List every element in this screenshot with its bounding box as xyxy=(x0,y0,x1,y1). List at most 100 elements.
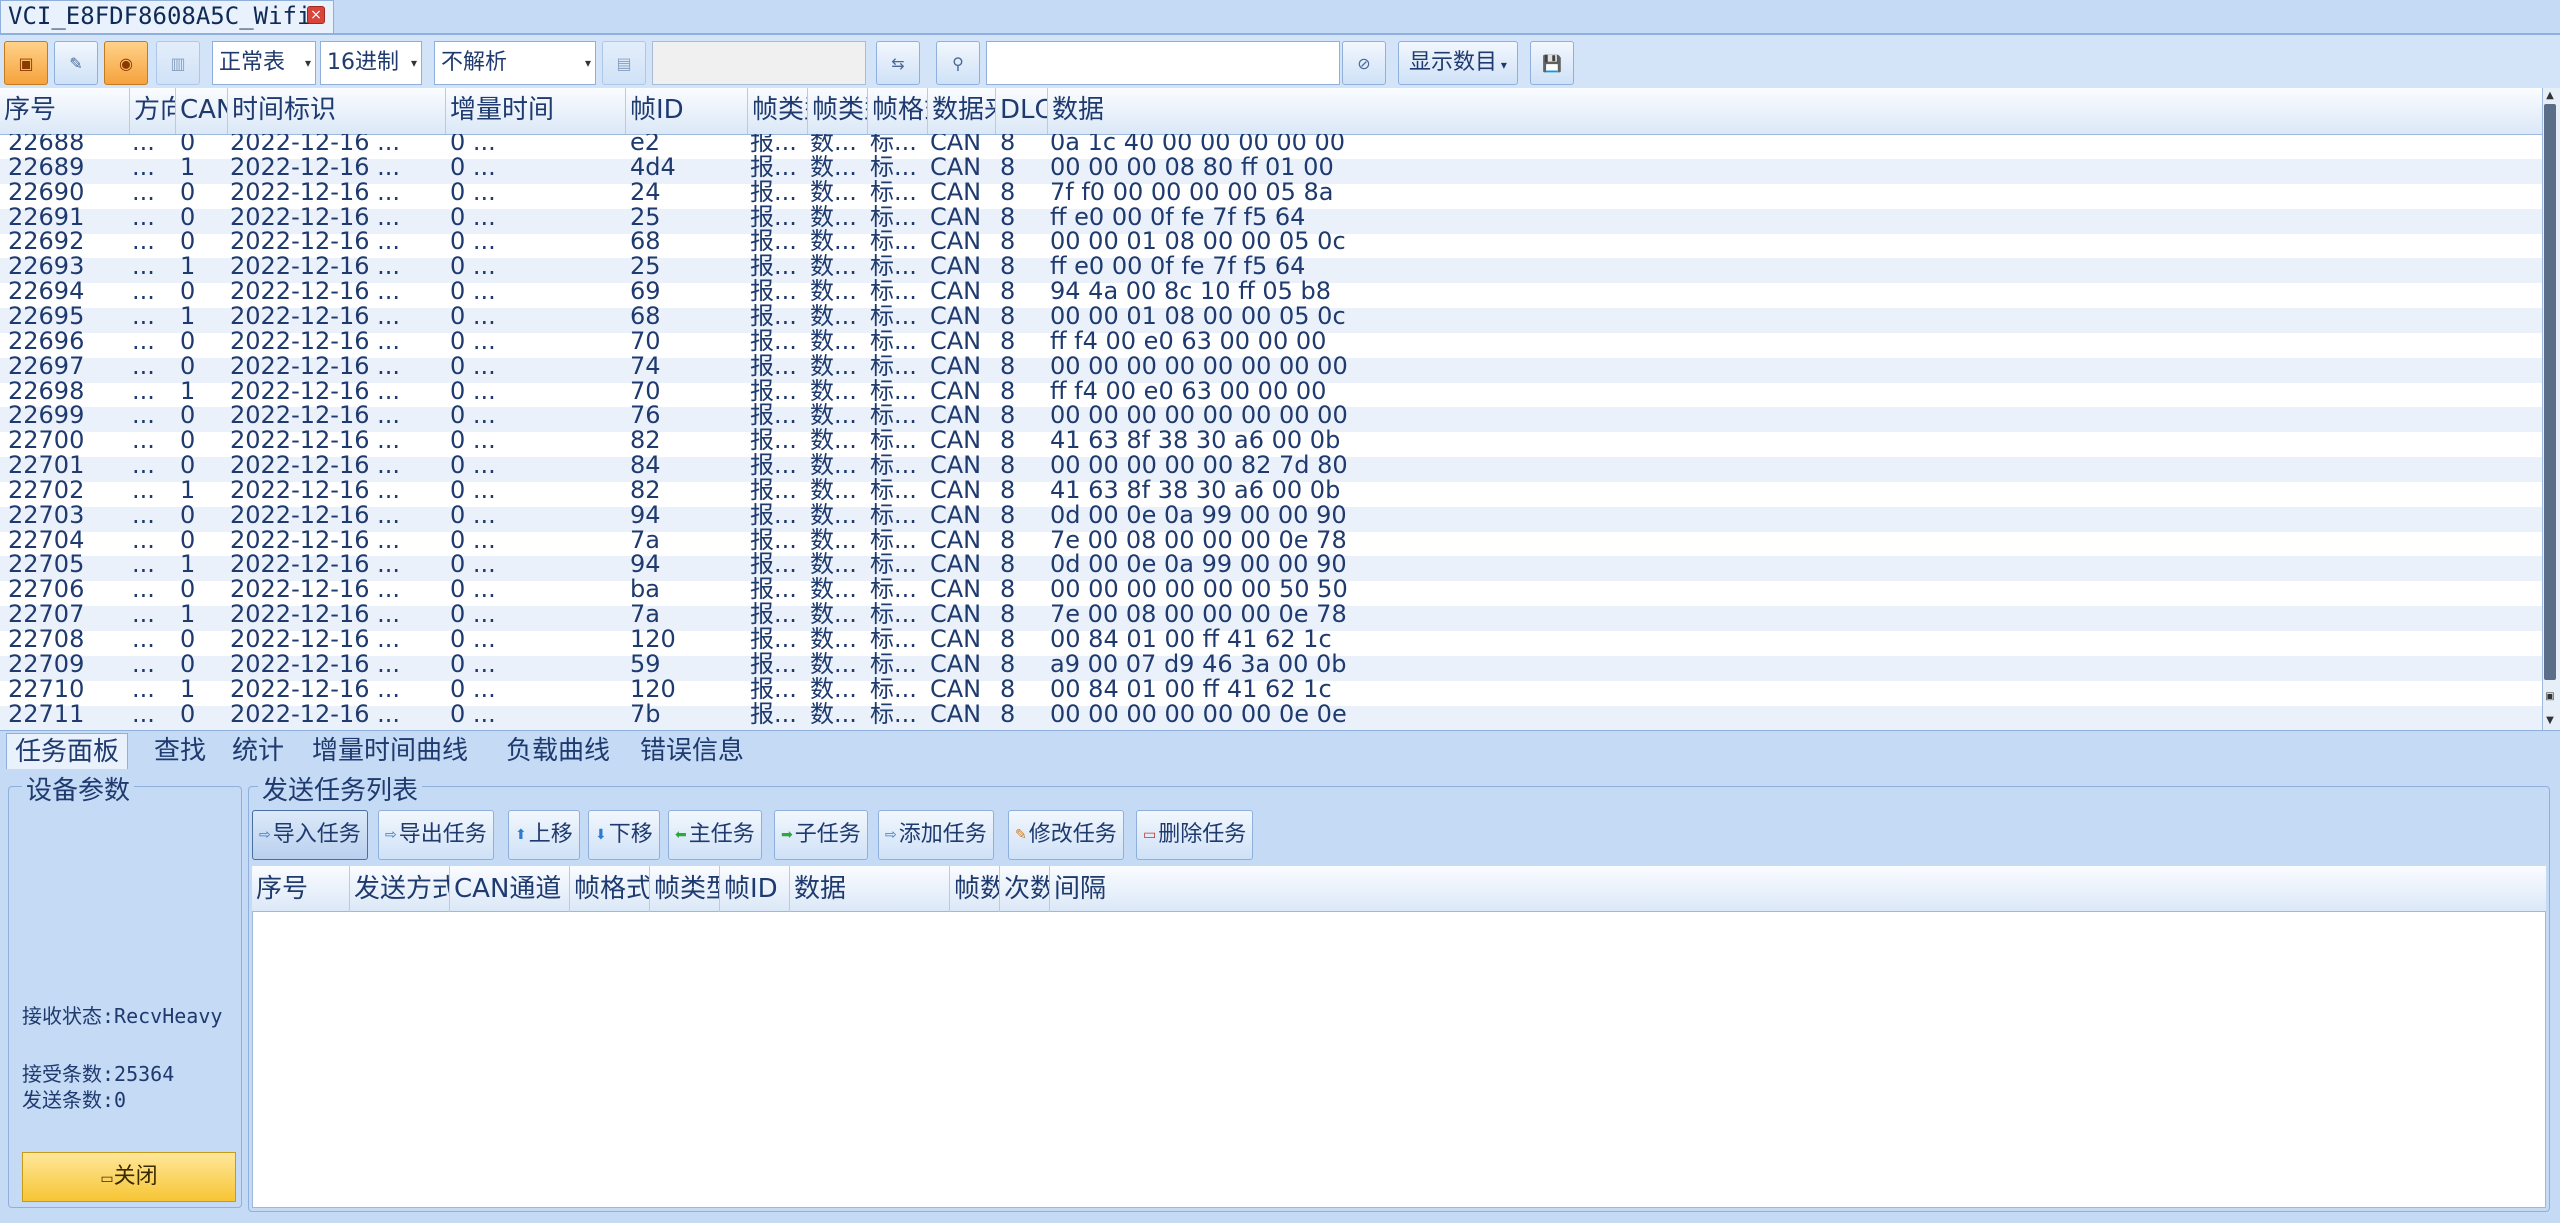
header-data-source[interactable]: 数据来源 xyxy=(928,88,996,134)
main-task-button[interactable]: ⬅ 主任务 xyxy=(668,810,762,860)
scroll-thumb[interactable] xyxy=(2544,104,2556,680)
tab-close-icon[interactable]: × xyxy=(307,6,325,24)
cell-frame-id: 82 xyxy=(630,428,661,453)
cell-timestamp: 2022-12-16 ... xyxy=(230,602,400,627)
cell-delta-time: 0 ... xyxy=(450,155,496,180)
tab-delta-time-curve[interactable]: 增量时间曲线 xyxy=(312,733,468,769)
start-receive-icon[interactable]: ◉ xyxy=(104,41,148,85)
cell-timestamp: 2022-12-16 ... xyxy=(230,134,400,155)
header-dlc[interactable]: DLC xyxy=(996,88,1048,134)
cell-delta-time: 0 ... xyxy=(450,279,496,304)
cell-frame-type-2: 数... xyxy=(810,155,857,180)
document-tab-title[interactable]: VCI_E8FDF8608A5C_Wifi xyxy=(8,2,311,30)
tab-error-info[interactable]: 错误信息 xyxy=(640,733,744,769)
cell-direction: ... xyxy=(132,229,155,254)
task-header-frame-format[interactable]: 帧格式 xyxy=(570,866,650,912)
task-header-repeat[interactable]: 次数 xyxy=(1000,866,1050,912)
cell-frame-id: 4d4 xyxy=(630,155,676,180)
radix-select[interactable]: 16进制 ▾ xyxy=(320,41,422,85)
table-row[interactable]: 22711... 0 2022-12-16 ... 0 ... 7b 报... 数... 标.… xyxy=(0,702,2542,730)
folder-icon[interactable]: ▤ xyxy=(602,41,646,85)
table-mode-select[interactable]: 正常表 ▾ xyxy=(212,41,316,85)
task-header-frame-count[interactable]: 帧数 xyxy=(950,866,1000,912)
header-delta-time[interactable]: 增量时间 xyxy=(446,88,626,134)
cell-data-source: CAN xyxy=(930,677,982,702)
task-header-frame-type[interactable]: 帧类型 xyxy=(650,866,720,912)
header-data[interactable]: 数据 xyxy=(1048,88,2542,134)
clear-icon[interactable]: ✎ xyxy=(54,41,98,85)
cell-can: 0 xyxy=(180,428,196,453)
cell-frame-type-2: 数... xyxy=(810,478,857,503)
scroll-down-icon[interactable]: ▼ xyxy=(2544,714,2556,728)
cell-frame-format: 标... xyxy=(870,602,917,627)
cell-can: 0 xyxy=(180,652,196,677)
cell-frame-type: 报... xyxy=(750,702,797,727)
scroll-up-icon[interactable]: ▲ xyxy=(2544,89,2556,103)
cell-frame-format: 标... xyxy=(870,503,917,528)
cell-data-source: CAN xyxy=(930,134,982,155)
add-task-button[interactable]: ⇨ 添加任务 xyxy=(878,810,994,860)
header-frame-format[interactable]: 帧格式 xyxy=(868,88,928,134)
cell-can: 0 xyxy=(180,180,196,205)
save-icon[interactable]: 💾 xyxy=(1530,41,1574,85)
header-direction[interactable]: 方向 xyxy=(130,88,176,134)
close-device-button[interactable]: ▭关闭 xyxy=(22,1152,236,1202)
cell-frame-type: 报... xyxy=(750,134,797,155)
edit-task-button[interactable]: ✎ 修改任务 xyxy=(1008,810,1124,860)
open-device-icon[interactable]: ▣ xyxy=(4,41,48,85)
task-header-index[interactable]: 序号 xyxy=(252,866,350,912)
clear-filter-icon[interactable]: ⊘ xyxy=(1342,41,1386,85)
task-header-data[interactable]: 数据 xyxy=(790,866,950,912)
cell-data: ff f4 00 e0 63 00 00 00 xyxy=(1050,379,1327,404)
filter-icon[interactable]: ⚲ xyxy=(936,41,980,85)
task-header-can-channel[interactable]: CAN通道 xyxy=(450,866,570,912)
cell-data-source: CAN xyxy=(930,205,982,230)
tab-task-panel[interactable]: 任务面板 xyxy=(6,733,129,769)
cell-frame-type-2: 数... xyxy=(810,577,857,602)
cell-frame-format: 标... xyxy=(870,354,917,379)
header-index[interactable]: 序号 xyxy=(0,88,130,134)
send-task-grid[interactable] xyxy=(252,866,2546,1208)
delete-icon[interactable]: ▥ xyxy=(156,41,200,85)
display-count-dropdown[interactable]: 显示数目 ▾ xyxy=(1398,41,1518,85)
scroll-thumb-grip-icon[interactable]: ▣ xyxy=(2544,690,2556,704)
message-grid[interactable]: 序号 方向 CAN 时间标识 增量时间 帧ID 帧类型 帧类型 帧格式 数据来源… xyxy=(0,88,2542,730)
cell-frame-type-2: 数... xyxy=(810,229,857,254)
cell-frame-type: 报... xyxy=(750,552,797,577)
cell-frame-format: 标... xyxy=(870,279,917,304)
move-down-button[interactable]: ⬇ 下移 xyxy=(588,810,660,860)
move-up-button[interactable]: ⬆ 上移 xyxy=(508,810,580,860)
header-frame-type[interactable]: 帧类型 xyxy=(748,88,808,134)
task-header-send-mode[interactable]: 发送方式 xyxy=(350,866,450,912)
connect-icon[interactable]: ⇆ xyxy=(876,41,920,85)
import-task-button[interactable]: ⇨ 导入任务 xyxy=(252,810,368,860)
cell-frame-type-2: 数... xyxy=(810,329,857,354)
cell-frame-format: 标... xyxy=(870,528,917,553)
tab-statistics[interactable]: 统计 xyxy=(232,733,284,769)
header-frame-type-2[interactable]: 帧类型 xyxy=(808,88,868,134)
cell-data-source: CAN xyxy=(930,304,982,329)
cell-frame-id: 59 xyxy=(630,652,661,677)
cell-timestamp: 2022-12-16 ... xyxy=(230,528,400,553)
tab-search[interactable]: 查找 xyxy=(154,733,206,769)
tab-load-curve[interactable]: 负载曲线 xyxy=(506,733,610,769)
cell-direction: ... xyxy=(132,577,155,602)
task-header-frame-id[interactable]: 帧ID xyxy=(720,866,790,912)
cell-timestamp: 2022-12-16 ... xyxy=(230,329,400,354)
cell-frame-id: 70 xyxy=(630,379,661,404)
cell-timestamp: 2022-12-16 ... xyxy=(230,205,400,230)
task-header-interval[interactable]: 间隔 xyxy=(1050,866,2546,912)
parse-mode-select[interactable]: 不解析 ▾ xyxy=(434,41,596,85)
sub-task-button[interactable]: ➡ 子任务 xyxy=(774,810,868,860)
cell-timestamp: 2022-12-16 ... xyxy=(230,478,400,503)
export-task-button[interactable]: ⇨ 导出任务 xyxy=(378,810,494,860)
cell-frame-type: 报... xyxy=(750,180,797,205)
filter-input[interactable] xyxy=(986,41,1340,85)
grid-header: 序号 方向 CAN 时间标识 增量时间 帧ID 帧类型 帧类型 帧格式 数据来源… xyxy=(0,88,2542,135)
header-can[interactable]: CAN xyxy=(176,88,228,134)
header-frame-id[interactable]: 帧ID xyxy=(626,88,748,134)
cell-dlc: 8 xyxy=(1000,379,1016,404)
delete-task-button[interactable]: ▭ 删除任务 xyxy=(1136,810,1254,860)
cell-data: 7e 00 08 00 00 00 0e 78 xyxy=(1050,528,1347,553)
header-timestamp[interactable]: 时间标识 xyxy=(228,88,446,134)
